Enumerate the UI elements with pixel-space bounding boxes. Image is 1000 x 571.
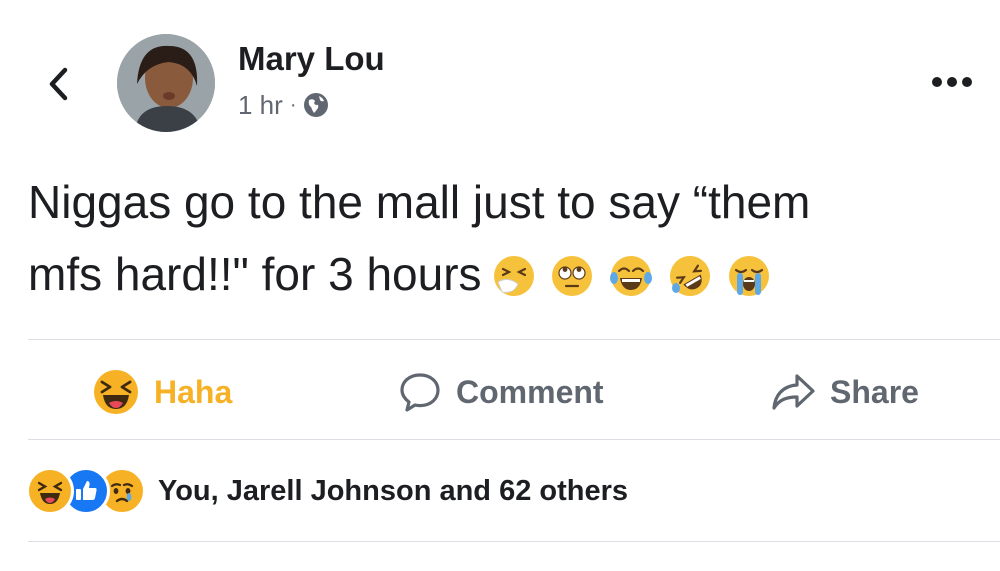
comment-button[interactable]: Comment	[398, 362, 604, 422]
haha-label: Haha	[154, 373, 233, 410]
haha-reaction-icon	[26, 467, 74, 515]
comment-label: Comment	[456, 373, 604, 410]
post-text-line-1: Niggas go to the mall just to say “them	[28, 176, 811, 228]
sneezing-face-icon	[493, 255, 534, 296]
share-arrow-icon	[770, 372, 816, 412]
loudly-crying-face-icon	[728, 255, 769, 296]
divider-bottom	[28, 541, 1000, 542]
divider-middle	[28, 439, 1000, 440]
post-text-line-2-text: mfs hard!!" for 3 hours	[28, 248, 482, 300]
timestamp[interactable]: 1 hr	[238, 90, 283, 121]
avatar[interactable]	[117, 34, 215, 132]
reactions-summary[interactable]: You, Jarell Johnson and 62 others	[26, 466, 628, 516]
face-with-rolling-eyes-icon	[552, 255, 593, 296]
post-emojis	[492, 236, 773, 308]
chevron-left-icon	[49, 67, 68, 101]
meta-separator: ·	[289, 93, 297, 116]
more-dots-icon	[932, 77, 972, 87]
haha-icon	[92, 368, 140, 416]
more-options-button[interactable]	[928, 62, 976, 102]
divider-top	[28, 339, 1000, 340]
rolling-on-the-floor-laughing-icon	[669, 255, 710, 296]
comment-icon	[398, 370, 442, 414]
share-label: Share	[830, 373, 919, 410]
globe-icon	[304, 93, 329, 117]
author-name[interactable]: Mary Lou	[238, 40, 385, 78]
face-with-tears-of-joy-icon	[610, 255, 653, 296]
post-meta: 1 hr ·	[238, 88, 329, 122]
back-button[interactable]	[38, 62, 78, 106]
haha-button[interactable]: Haha	[92, 362, 232, 422]
post-text: Niggas go to the mall just to say “them …	[28, 166, 988, 310]
reaction-icons	[26, 467, 146, 515]
post-text-line-2: mfs hard!!" for 3 hours	[28, 238, 988, 310]
profile-photo	[117, 34, 215, 132]
share-button[interactable]: Share	[770, 362, 919, 422]
reactions-summary-text: You, Jarell Johnson and 62 others	[158, 474, 629, 507]
